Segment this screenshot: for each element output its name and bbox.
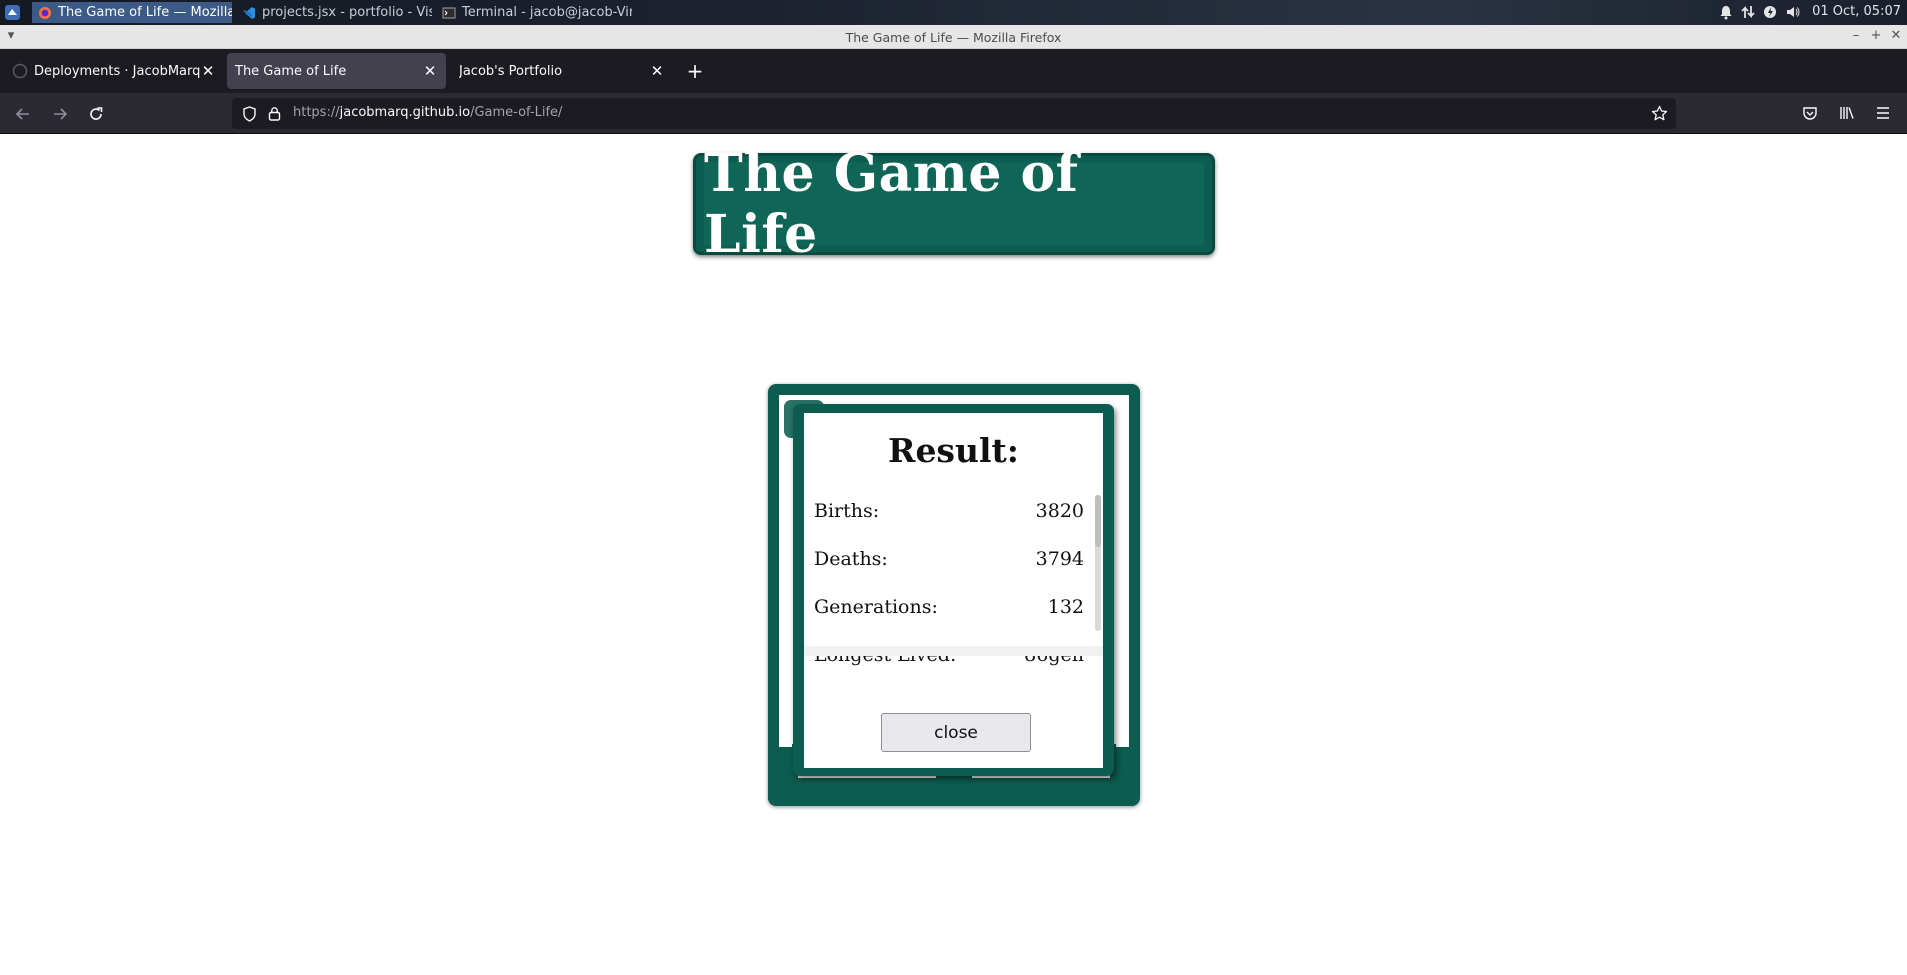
tab-strip: Deployments · JacobMarq/Ro ✕ The Game of… — [0, 49, 1907, 93]
bookmark-star-icon[interactable] — [1651, 105, 1668, 126]
github-favicon-icon — [12, 63, 28, 79]
stats-divider — [804, 646, 1103, 656]
stats-scrollbar[interactable] — [1095, 495, 1101, 631]
navigation-toolbar: https://jacobmarq.github.io/Game-of-Life… — [0, 93, 1907, 134]
taskbar-task-vscode[interactable]: projects.jsx - portfolio - Visua... — [236, 2, 432, 23]
taskbar-task-label: The Game of Life — Mozilla ... — [58, 5, 232, 20]
maximize-icon[interactable]: + — [1869, 29, 1883, 43]
back-arrow-icon — [15, 108, 29, 120]
tab-title: Deployments · JacobMarq/Ro — [34, 63, 200, 79]
tab-deployments[interactable]: Deployments · JacobMarq/Ro ✕ — [4, 53, 224, 89]
os-taskbar: The Game of Life — Mozilla ... projects.… — [0, 0, 1907, 25]
notification-bell-icon[interactable] — [1719, 4, 1733, 20]
close-button[interactable]: close — [881, 713, 1031, 752]
lock-icon[interactable] — [268, 106, 281, 125]
taskbar-task-firefox[interactable]: The Game of Life — Mozilla ... — [32, 2, 232, 23]
tracking-protection-shield-icon[interactable] — [242, 106, 257, 126]
stat-value: 132 — [1047, 596, 1084, 618]
library-button[interactable] — [1837, 103, 1857, 123]
start-menu-icon[interactable] — [4, 4, 21, 21]
close-tab-icon[interactable]: ✕ — [422, 62, 438, 80]
stat-label: Generations: — [814, 596, 938, 618]
vscode-icon — [242, 6, 256, 20]
stat-label: Deaths: — [814, 548, 888, 570]
hamburger-menu-icon — [1877, 107, 1889, 119]
close-window-icon[interactable]: ✕ — [1889, 29, 1903, 43]
stats-scrollbar-thumb[interactable] — [1095, 495, 1101, 547]
system-tray — [1719, 4, 1800, 20]
stat-label: Births: — [814, 500, 880, 522]
app-menu-button[interactable] — [1873, 103, 1893, 123]
forward-button[interactable] — [49, 103, 71, 125]
close-tab-icon[interactable]: ✕ — [200, 62, 216, 80]
pocket-icon — [1803, 107, 1817, 120]
url-text[interactable]: https://jacobmarq.github.io/Game-of-Life… — [293, 105, 562, 120]
result-card: Result: Births: 3820 Deaths: 3794 Genera… — [804, 413, 1103, 768]
stat-value: 3794 — [1035, 548, 1084, 570]
library-icon — [1839, 107, 1854, 119]
tab-title: The Game of Life — [235, 63, 347, 79]
page-title: The Game of Life — [704, 143, 1079, 265]
taskbar-task-label: Terminal - jacob@jacob-Virtu... — [462, 5, 632, 20]
window-titlebar: ▾ The Game of Life — Mozilla Firefox – +… — [0, 25, 1907, 49]
taskbar-task-label: projects.jsx - portfolio - Visua... — [262, 5, 432, 20]
result-heading: Result: — [888, 431, 1019, 470]
back-button[interactable] — [12, 103, 34, 125]
title-banner: The Game of Life — [693, 143, 1215, 265]
new-tab-button[interactable]: + — [685, 61, 705, 82]
tab-game-of-life[interactable]: The Game of Life ✕ — [227, 53, 446, 89]
reload-button[interactable] — [85, 103, 107, 125]
tab-title: Jacob's Portfolio — [459, 63, 563, 79]
forward-arrow-icon — [54, 108, 68, 120]
terminal-icon — [442, 6, 456, 20]
power-icon[interactable] — [1763, 4, 1777, 20]
stat-row-births: Births: 3820 — [814, 500, 1084, 530]
minimize-icon[interactable]: – — [1849, 29, 1863, 43]
address-bar[interactable]: https://jacobmarq.github.io/Game-of-Life… — [232, 98, 1676, 129]
firefox-icon — [38, 6, 52, 20]
stat-row-generations: Generations: 132 — [814, 596, 1084, 626]
result-modal: Result: Births: 3820 Deaths: 3794 Genera… — [793, 404, 1114, 776]
reload-icon — [90, 107, 103, 120]
title-banner-inner: The Game of Life — [704, 143, 1204, 265]
url-host: jacobmarq.github.io — [339, 105, 471, 120]
url-scheme: https:// — [293, 105, 340, 120]
clock[interactable]: 01 Oct, 05:07 — [1812, 4, 1901, 19]
window-title: The Game of Life — Mozilla Firefox — [845, 30, 1062, 45]
stat-row-deaths: Deaths: 3794 — [814, 548, 1084, 578]
taskbar-task-terminal[interactable]: Terminal - jacob@jacob-Virtu... — [436, 2, 632, 23]
pocket-button[interactable] — [1800, 103, 1820, 123]
close-tab-icon[interactable]: ✕ — [649, 62, 665, 80]
url-path: /Game-of-Life/ — [470, 105, 563, 120]
network-transfer-icon[interactable] — [1741, 4, 1755, 20]
page-viewport: The Game of Life Result: Births: 3820 De… — [0, 134, 1907, 975]
stat-value: 3820 — [1035, 500, 1084, 522]
tab-portfolio[interactable]: Jacob's Portfolio ✕ — [451, 53, 673, 89]
volume-icon[interactable] — [1785, 4, 1800, 20]
